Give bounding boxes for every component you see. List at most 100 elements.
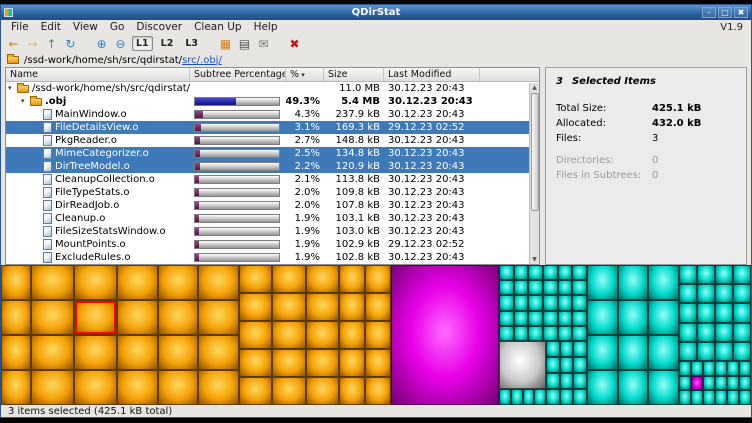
menu-view[interactable]: View [67, 21, 104, 33]
treemap-cell[interactable] [499, 265, 514, 280]
treemap-cell[interactable] [573, 373, 587, 389]
toolbar-refresh-icon[interactable]: ↻ [63, 36, 78, 52]
treemap-cell[interactable] [306, 377, 339, 405]
treemap-cell[interactable] [339, 321, 365, 349]
tree-row[interactable]: ▾/ssd-work/home/sh/src/qdirstat/src11.0 … [6, 82, 529, 95]
toolbar-zoom-out-icon[interactable]: ⊖ [113, 36, 128, 52]
toolbar-layout-l1-button[interactable]: L1 [132, 36, 153, 51]
scroll-thumb[interactable] [531, 93, 539, 211]
column-header-last-modified[interactable]: Last Modified [384, 68, 480, 81]
toolbar-stop-reading-icon[interactable]: ✖ [287, 36, 302, 52]
treemap-cell[interactable] [648, 265, 679, 300]
treemap-cell[interactable] [715, 284, 733, 303]
column-header-subtree-percentage[interactable]: Subtree Percentage [190, 68, 286, 81]
treemap-cell[interactable] [543, 295, 558, 310]
treemap-cell[interactable] [739, 390, 751, 405]
treemap-cell[interactable] [558, 280, 573, 295]
tree-row[interactable]: PkgReader.o2.7%148.8 kB30.12.23 20:43 [6, 134, 529, 147]
treemap-cell[interactable] [648, 335, 679, 370]
path-link[interactable]: src/ [182, 55, 200, 66]
treemap-cell[interactable] [239, 321, 272, 349]
toolbar-go-up-icon[interactable]: ↑ [44, 36, 59, 52]
treemap-cell[interactable] [272, 349, 305, 377]
treemap-cell[interactable] [514, 326, 529, 341]
treemap-cell[interactable] [528, 265, 543, 280]
treemap-cell[interactable] [715, 390, 727, 405]
treemap-cell[interactable] [572, 280, 587, 295]
treemap-cell[interactable] [198, 335, 239, 370]
treemap-cell[interactable] [339, 265, 365, 293]
treemap-cell[interactable] [691, 390, 703, 405]
treemap-cell[interactable] [715, 265, 733, 284]
treemap-cell[interactable] [546, 341, 560, 357]
treemap-cell[interactable] [31, 300, 74, 335]
treemap-cell[interactable] [587, 265, 618, 300]
treemap[interactable] [1, 265, 751, 405]
treemap-cell[interactable] [697, 265, 715, 284]
treemap-cell[interactable] [158, 370, 199, 405]
treemap-cell[interactable] [31, 370, 74, 405]
treemap-cell[interactable] [573, 357, 587, 373]
treemap-cell[interactable] [1, 300, 31, 335]
treemap-cell[interactable] [523, 389, 535, 405]
treemap-cell-selected[interactable] [74, 300, 117, 335]
treemap-cell[interactable] [528, 280, 543, 295]
tree-row[interactable]: CleanupCollection.o2.1%113.8 kB30.12.23 … [6, 173, 529, 186]
close-button[interactable]: ✖ [734, 7, 748, 18]
treemap-cell[interactable] [499, 389, 511, 405]
treemap-cell[interactable] [733, 323, 751, 342]
tree-row[interactable]: FileSizeStatsWindow.o1.9%103.0 kB30.12.2… [6, 225, 529, 238]
treemap-cell[interactable] [499, 311, 514, 326]
treemap-cell[interactable] [158, 300, 199, 335]
toolbar-treemap-zoom-icon[interactable]: ▤ [237, 36, 252, 52]
treemap-cell[interactable] [117, 335, 158, 370]
treemap-cell[interactable] [727, 390, 739, 405]
treemap-cell[interactable] [679, 303, 697, 322]
treemap-cell[interactable] [1, 335, 31, 370]
treemap-cell[interactable] [528, 311, 543, 326]
treemap-cell[interactable] [365, 321, 391, 349]
tree-row[interactable]: MainWindow.o4.3%237.9 kB30.12.23 20:43 [6, 108, 529, 121]
column-header-percent[interactable]: % ▾ [286, 68, 324, 81]
toolbar-mail-report-icon[interactable]: ✉ [256, 36, 271, 52]
treemap-cell[interactable] [715, 323, 733, 342]
treemap-cell[interactable] [573, 389, 587, 405]
treemap-cell[interactable] [306, 349, 339, 377]
treemap-cell[interactable] [239, 265, 272, 293]
column-header-size[interactable]: Size [324, 68, 384, 81]
treemap-cell[interactable] [587, 300, 618, 335]
treemap-cell[interactable] [715, 376, 727, 391]
menu-discover[interactable]: Discover [130, 21, 188, 33]
app-icon[interactable] [4, 8, 13, 17]
treemap-cell[interactable] [679, 376, 691, 391]
expander-icon[interactable]: ▾ [21, 95, 30, 108]
treemap-cell[interactable] [715, 361, 727, 376]
treemap-cell[interactable] [543, 280, 558, 295]
treemap-cell[interactable] [365, 349, 391, 377]
treemap-cell[interactable] [306, 293, 339, 321]
toolbar-treemap-toggle-icon[interactable]: ▦ [218, 36, 233, 52]
treemap-cell[interactable] [572, 265, 587, 280]
treemap-cell[interactable] [339, 377, 365, 405]
treemap-cell[interactable] [528, 295, 543, 310]
treemap-cell[interactable] [560, 373, 574, 389]
tree-row[interactable]: MountPoints.o1.9%102.9 kB29.12.23 02:52 [6, 238, 529, 251]
treemap-cell[interactable] [618, 335, 649, 370]
treemap-cell[interactable] [691, 361, 703, 376]
treemap-cell[interactable] [272, 293, 305, 321]
scrollbar[interactable]: ▲ ▼ [529, 83, 539, 264]
treemap-cell[interactable] [1, 265, 31, 300]
treemap-cell[interactable] [239, 377, 272, 405]
treemap-cell[interactable] [31, 335, 74, 370]
menu-edit[interactable]: Edit [35, 21, 67, 33]
expander-icon[interactable]: ▾ [8, 82, 17, 95]
treemap-cell[interactable] [733, 265, 751, 284]
toolbar-go-back-icon[interactable]: ← [6, 36, 21, 52]
treemap-cell[interactable] [306, 321, 339, 349]
treemap-cell[interactable] [499, 326, 514, 341]
toolbar-zoom-in-icon[interactable]: ⊕ [94, 36, 109, 52]
treemap-cell[interactable] [117, 370, 158, 405]
tree-row[interactable]: FileDetailsView.o3.1%169.3 kB29.12.23 02… [6, 121, 529, 134]
treemap-cell[interactable] [558, 295, 573, 310]
treemap-cell[interactable] [560, 341, 574, 357]
